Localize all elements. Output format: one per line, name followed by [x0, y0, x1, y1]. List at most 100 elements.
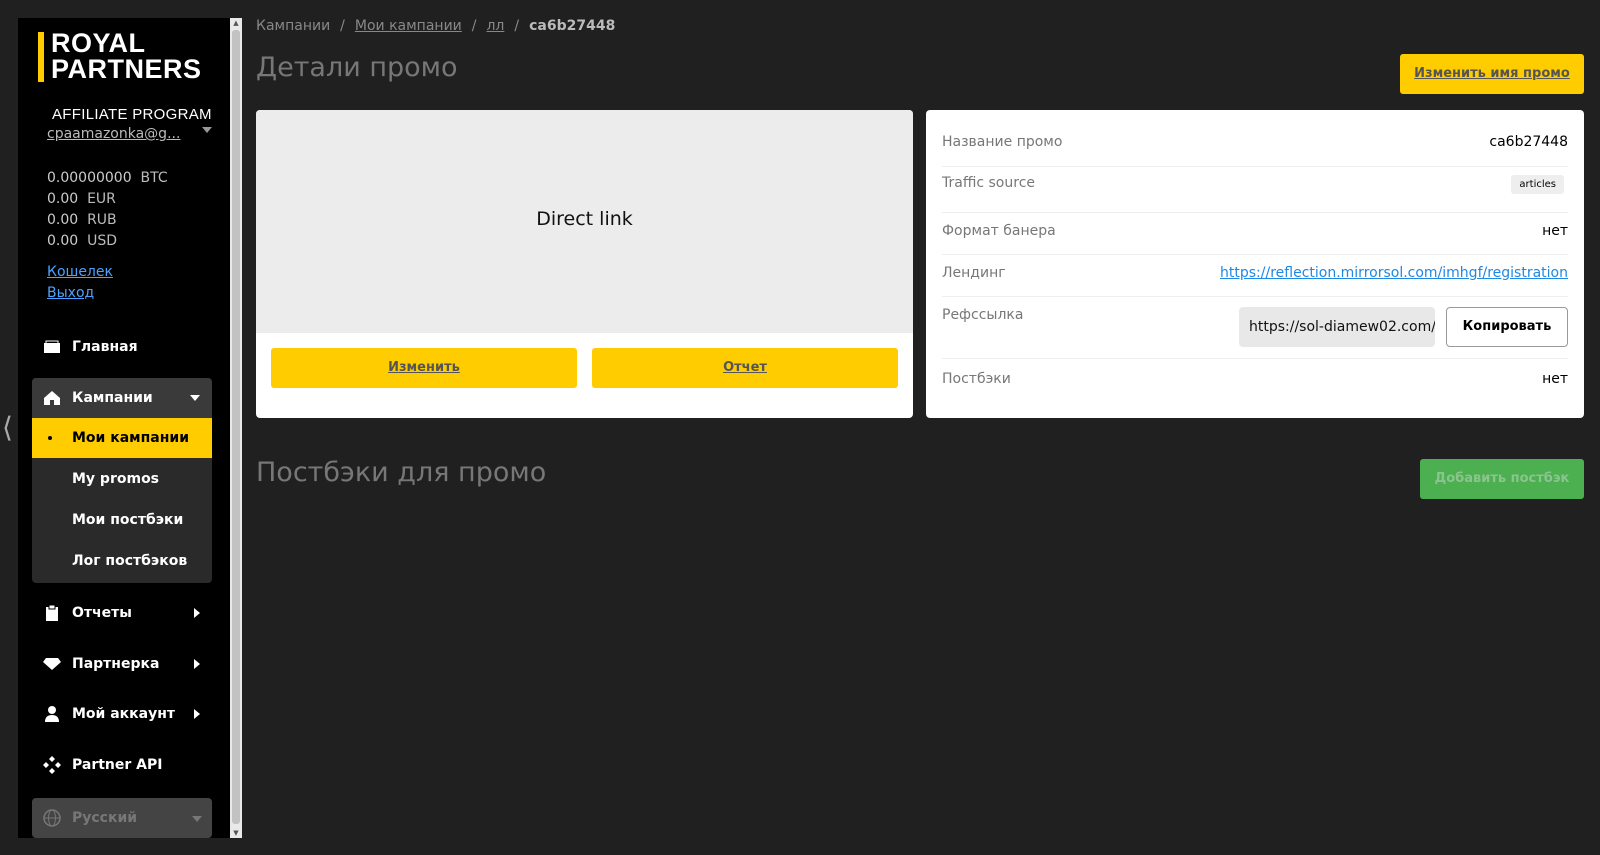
logo-line-1: ROYAL [51, 28, 146, 58]
logo-line-3: AFFILIATE PROGRAM [52, 106, 212, 123]
detail-label: Название промо [942, 134, 1063, 150]
breadcrumb: Кампании / Мои кампании / лл / ca6b27448 [256, 18, 615, 34]
sidebar-subitem-label: Лог постбэков [72, 553, 188, 569]
detail-row-promo-name: Название промо ca6b27448 [942, 128, 1568, 167]
detail-label: Формат банера [942, 223, 1056, 239]
edit-button[interactable]: Изменить [271, 348, 577, 388]
detail-label: Traffic source [942, 175, 1036, 191]
campaigns-group: Кампании Мои кампании My promos Мои пост… [32, 378, 212, 583]
logo-bar [38, 32, 44, 82]
globe-icon [32, 809, 72, 827]
balance-row: 0.00 RUB [47, 210, 168, 231]
sidebar-item-label: Отчеты [72, 605, 132, 621]
chevron-down-icon [190, 395, 200, 401]
api-icon [32, 755, 72, 775]
sidebar-subitem-postback-log[interactable]: Лог постбэков [32, 541, 212, 581]
balance-row: 0.00 USD [47, 231, 168, 252]
home-icon [32, 340, 72, 354]
scrollbar-thumb[interactable] [232, 30, 240, 824]
sidebar-item-partner[interactable]: Партнерка [32, 644, 212, 684]
sidebar-item-label: Мой аккаунт [72, 706, 176, 722]
sidebar-item-label: Главная [72, 339, 138, 355]
sidebar-item-label: Партнерка [72, 656, 160, 672]
sidebar-subitem-my-postbacks[interactable]: Мои постбэки [32, 500, 212, 540]
add-postback-button[interactable]: Добавить постбэк [1420, 459, 1584, 499]
breadcrumb-separator: / [471, 18, 477, 34]
detail-row-traffic-source: Traffic source articles [942, 167, 1568, 213]
sidebar-item-account[interactable]: Мой аккаунт [32, 694, 212, 734]
balance-currency: BTC [140, 170, 168, 186]
breadcrumb-campaign[interactable]: лл [486, 18, 504, 34]
promo-preview: Direct link [256, 110, 913, 333]
sidebar-collapse-icon[interactable]: ⟨ [2, 414, 13, 442]
balance-row: 0.00000000 BTC [47, 168, 168, 189]
balance-currency: EUR [87, 191, 116, 207]
account-links: Кошелек Выход [47, 262, 113, 304]
sidebar-subitem-my-promos[interactable]: My promos [32, 459, 212, 499]
balance-amount: 0.00 [47, 191, 79, 207]
chevron-down-icon [192, 816, 202, 822]
sidebar-subitem-label: Мои постбэки [72, 512, 184, 528]
traffic-source-badge: articles [1511, 175, 1564, 194]
sidebar-item-home[interactable]: Главная [32, 327, 212, 367]
user-menu[interactable]: cpaamazonka@g... [47, 123, 217, 143]
balance-amount: 0.00 [47, 212, 79, 228]
scroll-up-icon[interactable]: ▲ [230, 18, 242, 28]
active-dot-icon [48, 436, 52, 440]
balance-row: 0.00 EUR [47, 189, 168, 210]
clipboard-icon [32, 604, 72, 622]
promo-type-label: Direct link [536, 208, 633, 230]
breadcrumb-current: ca6b27448 [529, 18, 616, 34]
sidebar-subitem-my-campaigns[interactable]: Мои кампании [32, 418, 212, 458]
detail-value: ca6b27448 [1489, 134, 1568, 150]
house-icon [32, 390, 72, 406]
promo-preview-card: Direct link Изменить Отчет [256, 110, 913, 418]
balance-currency: USD [87, 233, 117, 249]
breadcrumb-separator: / [340, 18, 345, 34]
breadcrumb-my-campaigns[interactable]: Мои кампании [355, 18, 462, 34]
balances: 0.00000000 BTC 0.00 EUR 0.00 RUB 0.00 US… [47, 168, 168, 252]
reflink-field[interactable]: https://sol-diamew02.com/... [1239, 307, 1435, 347]
wallet-link[interactable]: Кошелек [47, 262, 113, 283]
chevron-down-icon[interactable] [202, 127, 212, 133]
detail-label: Лендинг [942, 265, 1006, 281]
chevron-right-icon [194, 659, 200, 669]
detail-row-banner-format: Формат банера нет [942, 213, 1568, 255]
sidebar-item-reports[interactable]: Отчеты [32, 593, 212, 633]
sidebar-item-campaigns[interactable]: Кампании [32, 378, 212, 418]
sidebar-item-label: Partner API [72, 757, 163, 773]
scroll-down-icon[interactable]: ▼ [230, 828, 242, 838]
detail-label: Рефссылка [942, 307, 1024, 323]
breadcrumb-campaigns[interactable]: Кампании [256, 18, 330, 34]
report-button[interactable]: Отчет [592, 348, 898, 388]
sidebar-subitem-label: My promos [72, 471, 160, 487]
copy-button[interactable]: Копировать [1446, 307, 1568, 347]
sidebar-item-label: Кампании [72, 390, 153, 406]
promo-details-card: Название промо ca6b27448 Traffic source … [926, 110, 1584, 418]
logout-link[interactable]: Выход [47, 283, 113, 304]
breadcrumb-separator: / [514, 18, 520, 34]
user-email[interactable]: cpaamazonka@g... [47, 126, 180, 142]
sidebar-subitem-label: Мои кампании [72, 430, 190, 446]
postbacks-title: Постбэки для промо [256, 457, 547, 488]
chevron-right-icon [194, 709, 200, 719]
language-select[interactable]: Русский [32, 798, 212, 838]
detail-row-postbacks: Постбэки нет [942, 359, 1568, 400]
balance-amount: 0.00000000 [47, 170, 132, 186]
logo-line-2: PARTNERS [51, 54, 202, 84]
rename-promo-button[interactable]: Изменить имя промо [1400, 54, 1584, 94]
detail-value: нет [1542, 371, 1568, 387]
sidebar: ROYAL PARTNERS AFFILIATE PROGRAM cpaamaz… [18, 18, 230, 838]
sidebar-item-partner-api[interactable]: Partner API [32, 745, 212, 785]
detail-row-landing: Лендинг https://reflection.mirrorsol.com… [942, 255, 1568, 297]
diamond-icon [32, 657, 72, 671]
user-icon [32, 705, 72, 723]
detail-label: Постбэки [942, 371, 1011, 387]
balance-currency: RUB [87, 212, 117, 228]
page-title: Детали промо [256, 52, 458, 83]
balance-amount: 0.00 [47, 233, 79, 249]
chevron-right-icon [194, 608, 200, 618]
sidebar-scrollbar[interactable]: ▲ ▼ [230, 18, 242, 838]
landing-link[interactable]: https://reflection.mirrorsol.com/imhgf/r… [1220, 265, 1568, 281]
language-label: Русский [72, 810, 138, 826]
